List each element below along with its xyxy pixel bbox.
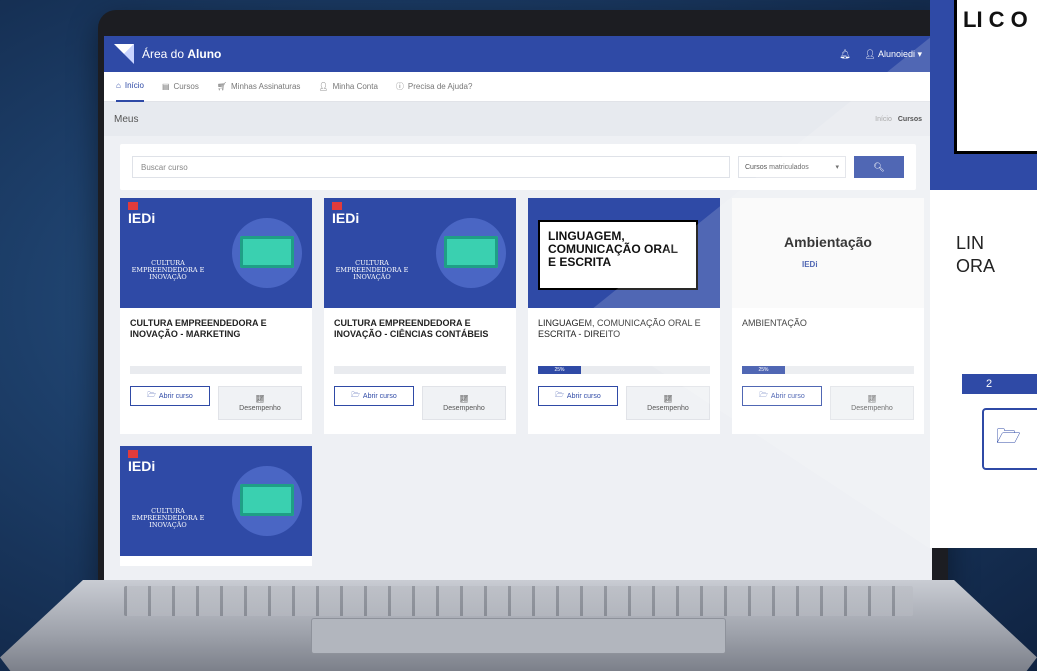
user-menu[interactable]: 👤︎ Alunoiedi ▾ (865, 49, 923, 60)
course-title: AMBIENTAÇÃO (742, 318, 807, 328)
zoom-panel-text: LI C O (954, 0, 1037, 154)
dashboard-illustration-icon (444, 236, 498, 268)
performance-button[interactable]: 📈︎ Desempenho (422, 386, 506, 420)
course-card: IEDi CULTURA EMPREENDEDORA E INOVAÇÃO CU… (324, 198, 516, 434)
performance-button[interactable]: 📈︎ Desempenho (626, 386, 710, 420)
zoom-callout: LI C O LIN ORA 2 🗁︎ (930, 0, 1037, 548)
banner-text: Ambientação (784, 234, 872, 250)
zoom-open-button: 🗁︎ (982, 408, 1037, 470)
course-card: IEDi CULTURA EMPREENDEDORA E INOVAÇÃO (120, 446, 312, 566)
progress-bar: 25% (742, 366, 914, 374)
banner-text: CULTURA EMPREENDEDORA E INOVAÇÃO (335, 259, 409, 282)
dashboard-illustration-icon (240, 484, 294, 516)
chart-icon: 📈︎ (255, 395, 265, 403)
progress-bar (130, 366, 302, 374)
progress-label: 25% (742, 366, 785, 374)
banner-text: CULTURA EMPREENDEDORA E INOVAÇÃO (131, 259, 205, 282)
folder-icon: 🗁︎ (759, 391, 768, 399)
course-card: LINGUAGEM, COMUNICAÇÃO ORAL E ESCRITA LI… (528, 198, 720, 434)
course-banner: IEDi CULTURA EMPREENDEDORA E INOVAÇÃO (120, 198, 312, 308)
folder-icon: 🗁︎ (996, 426, 1021, 448)
dashboard-illustration-icon (240, 236, 294, 268)
home-icon: ⌂ (116, 81, 121, 90)
banner-text: LINGUAGEM, COMUNICAÇÃO ORAL E ESCRITA (538, 220, 698, 290)
user-icon: 👤︎ (318, 82, 329, 91)
iedi-logo: IEDi (332, 202, 360, 226)
open-course-button[interactable]: 🗁︎ Abrir curso (742, 386, 822, 406)
page-title: Meus (114, 113, 139, 125)
search-icon: 🔍︎ (873, 161, 885, 172)
iedi-logo: IEDi (128, 450, 156, 474)
folder-icon: 🗁︎ (351, 391, 360, 399)
laptop-base (0, 580, 1037, 671)
main-nav: ⌂ Início ▤ Cursos 🛒︎ Minhas Assinaturas 👤︎ M… (104, 72, 932, 102)
progress-label: 25% (538, 366, 581, 374)
search-panel: Buscar curso Cursos matriculados ▾ 🔍︎ (120, 144, 916, 190)
iedi-logo: IEDi (128, 202, 156, 226)
open-course-button[interactable]: 🗁︎ Abrir curso (538, 386, 618, 406)
app-title: Área do Aluno (142, 47, 222, 61)
chart-icon: 📈︎ (459, 395, 469, 403)
chevron-down-icon: ▾ (835, 164, 839, 171)
breadcrumb-current: Cursos (897, 115, 922, 123)
course-card: IEDi CULTURA EMPREENDEDORA E INOVAÇÃO CU… (120, 198, 312, 434)
course-title: LINGUAGEM, COMUNICAÇÃO ORAL E ESCRITA - … (538, 318, 701, 340)
iedi-logo: IEDi (802, 260, 818, 269)
course-banner: LINGUAGEM, COMUNICAÇÃO ORAL E ESCRITA (528, 198, 720, 308)
folder-icon: 🗁︎ (555, 391, 564, 399)
course-title: CULTURA EMPREENDEDORA E INOVAÇÃO - CIÊNC… (334, 318, 489, 340)
tab-conta[interactable]: 👤︎ Minha Conta (318, 72, 378, 102)
keyboard (124, 586, 913, 616)
help-icon: ⓘ (395, 82, 404, 91)
progress-bar: 25% (538, 366, 710, 374)
breadcrumb-home[interactable]: Início (875, 116, 892, 123)
browser-screen: Área do Aluno 🔔︎ 👤︎ Alunoiedi ▾ ⌂ Início … (104, 36, 932, 580)
course-title: CULTURA EMPREENDEDORA E INOVAÇÃO - MARKE… (130, 318, 267, 340)
cart-icon: 🛒︎ (216, 82, 228, 91)
folder-icon: 🗁︎ (147, 391, 156, 399)
chart-icon: 📈︎ (867, 395, 877, 403)
search-button[interactable]: 🔍︎ (854, 156, 904, 178)
chart-icon: 📈︎ (663, 395, 673, 403)
course-banner: IEDi CULTURA EMPREENDEDORA E INOVAÇÃO (120, 446, 312, 556)
top-bar: Área do Aluno 🔔︎ 👤︎ Alunoiedi ▾ (104, 36, 932, 72)
search-input[interactable]: Buscar curso (132, 156, 730, 178)
book-icon: ▤ (161, 82, 170, 91)
tab-assinaturas[interactable]: 🛒︎ Minhas Assinaturas (217, 72, 301, 102)
breadcrumb: Início Cursos (875, 116, 922, 123)
course-filter-select[interactable]: Cursos matriculados ▾ (738, 156, 846, 178)
course-banner: Ambientação IEDi (732, 198, 924, 308)
zoom-progress: 2 (962, 374, 1037, 394)
course-banner: IEDi CULTURA EMPREENDEDORA E INOVAÇÃO (324, 198, 516, 308)
tab-inicio[interactable]: ⌂ Início (116, 72, 144, 102)
touchpad (311, 618, 726, 654)
bell-icon[interactable]: 🔔︎ (839, 49, 850, 60)
progress-bar (334, 366, 506, 374)
course-grid: IEDi CULTURA EMPREENDEDORA E INOVAÇÃO CU… (104, 198, 932, 566)
banner-text: CULTURA EMPREENDEDORA E INOVAÇÃO (131, 507, 205, 530)
performance-button[interactable]: 📈︎ Desempenho (830, 386, 914, 420)
open-course-button[interactable]: 🗁︎ Abrir curso (130, 386, 210, 406)
performance-button[interactable]: 📈︎ Desempenho (218, 386, 302, 420)
tab-cursos[interactable]: ▤ Cursos (162, 72, 199, 102)
zoom-course-title: LIN ORA (956, 233, 996, 277)
open-course-button[interactable]: 🗁︎ Abrir curso (334, 386, 414, 406)
tab-ajuda[interactable]: ⓘ Precisa de Ajuda? (396, 72, 473, 102)
logo-icon (114, 44, 134, 64)
course-card: Ambientação IEDi AMBIENTAÇÃO 25% 🗁︎ Abrir… (732, 198, 924, 434)
